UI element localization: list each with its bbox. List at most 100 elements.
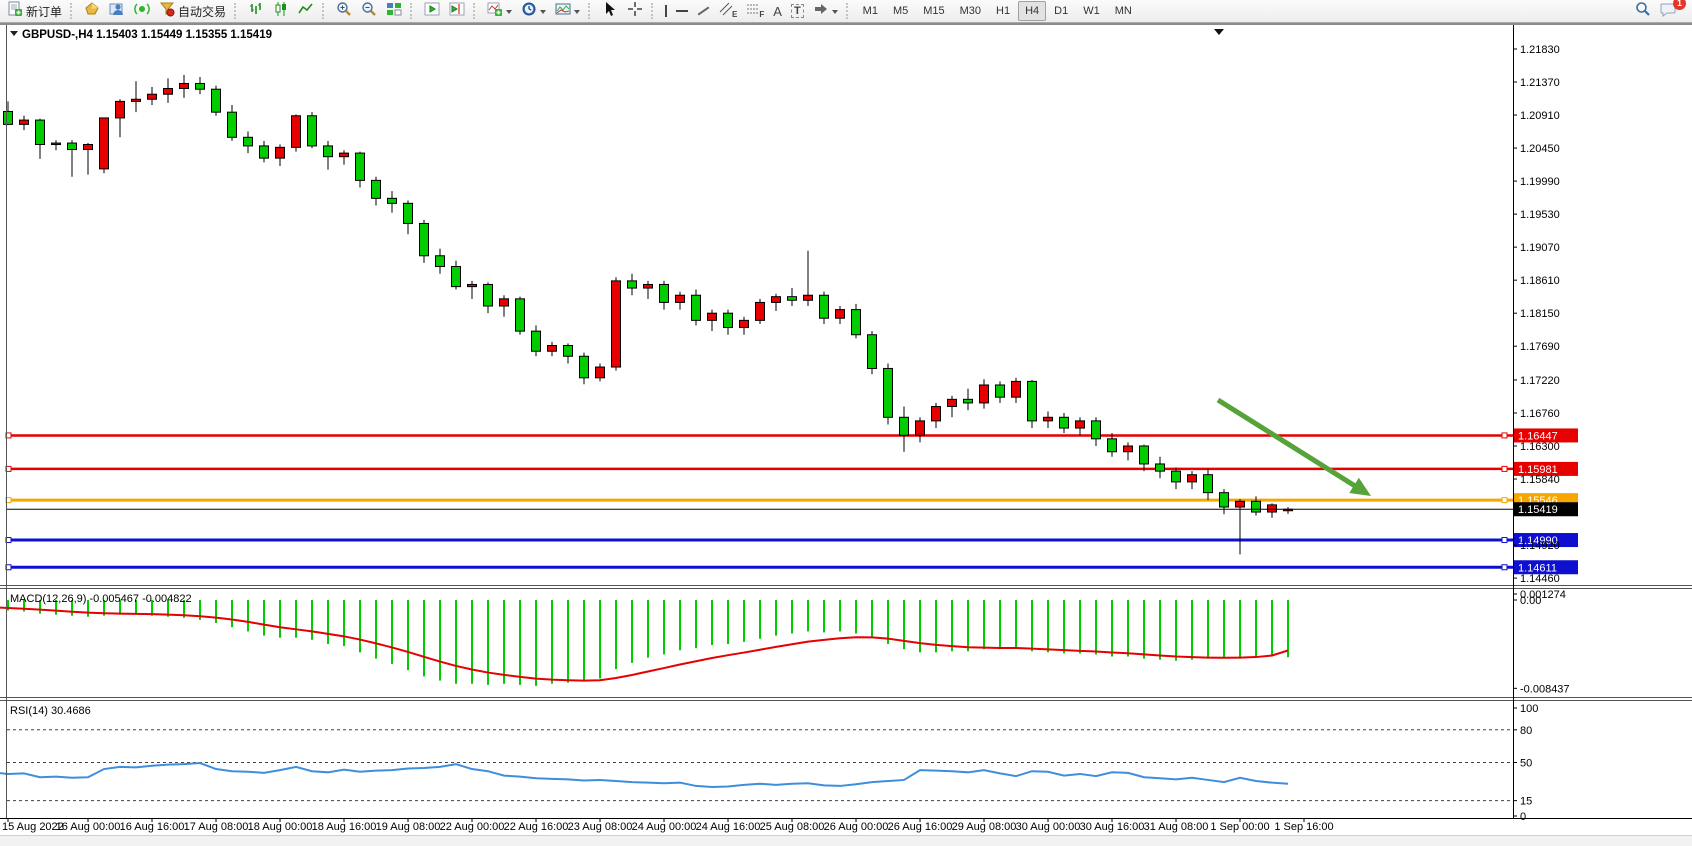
timeframe-h4-button[interactable]: H4 — [1018, 1, 1046, 21]
toolbar-separator — [651, 3, 657, 19]
indicators-dropdown-caret — [506, 10, 512, 17]
svg-text:1.19070: 1.19070 — [1520, 242, 1560, 254]
fibonacci-button[interactable]: F — [742, 0, 768, 22]
shapes-dropdown-caret — [832, 10, 838, 17]
svg-text:1 Sep 00:00: 1 Sep 00:00 — [1210, 821, 1269, 833]
chart-shift-button[interactable] — [445, 0, 469, 22]
autotrade-label: 自动交易 — [178, 3, 226, 20]
svg-text:16 Aug 16:00: 16 Aug 16:00 — [120, 821, 185, 833]
notifications-button[interactable]: 1 — [1656, 0, 1681, 22]
svg-text:1.21370: 1.21370 — [1520, 77, 1560, 89]
autotrade-icon — [159, 1, 175, 22]
templates-dropdown-caret — [574, 10, 580, 17]
data-window-button[interactable] — [105, 0, 129, 22]
svg-text:-0.008437: -0.008437 — [1520, 683, 1570, 695]
line-chart-icon — [298, 1, 314, 22]
bar-chart-icon — [248, 1, 264, 22]
svg-text:18 Aug 00:00: 18 Aug 00:00 — [248, 821, 313, 833]
svg-text:1.15419: 1.15419 — [1518, 504, 1558, 516]
auto-scroll-button[interactable] — [420, 0, 444, 22]
chart-title: GBPUSD-,H4 1.15403 1.15449 1.15355 1.154… — [10, 29, 272, 41]
data-window-icon — [109, 1, 125, 22]
bar-chart-button[interactable] — [244, 0, 268, 22]
svg-text:RSI(14) 30.4686: RSI(14) 30.4686 — [10, 705, 91, 717]
timeframe-w1-button[interactable]: W1 — [1076, 1, 1107, 21]
svg-text:1.16760: 1.16760 — [1520, 408, 1560, 420]
vertical-line-icon — [665, 5, 667, 17]
indicators-button[interactable] — [483, 0, 516, 22]
timeframe-d1-button[interactable]: D1 — [1047, 1, 1075, 21]
chart-window: 1.164471.159811.155461.149901.14611MACD(… — [0, 23, 1692, 846]
cursor-button[interactable] — [598, 0, 622, 22]
horizontal-line-button[interactable] — [672, 0, 692, 22]
svg-text:24 Aug 00:00: 24 Aug 00:00 — [632, 821, 697, 833]
tile-windows-button[interactable] — [382, 0, 406, 22]
timeframe-m15-button[interactable]: M15 — [916, 1, 951, 21]
crosshair-icon — [627, 1, 643, 22]
zoom-out-button[interactable] — [357, 0, 381, 22]
candlestick-chart-button[interactable] — [269, 0, 293, 22]
timeframe-m30-button[interactable]: M30 — [953, 1, 988, 21]
search-button[interactable] — [1631, 0, 1655, 22]
new-order-button[interactable]: 新订单 — [3, 0, 66, 22]
toolbar-separator — [588, 3, 594, 19]
svg-text:50: 50 — [1520, 758, 1532, 770]
trendline-button[interactable] — [693, 0, 714, 22]
timeframe-h1-button[interactable]: H1 — [989, 1, 1017, 21]
svg-text:31 Aug 08:00: 31 Aug 08:00 — [1144, 821, 1209, 833]
timeframe-m5-button[interactable]: M5 — [886, 1, 915, 21]
horizontal-line-icon — [676, 10, 688, 12]
templates-icon — [555, 1, 571, 22]
svg-text:1.14920: 1.14920 — [1520, 540, 1560, 552]
auto-scroll-icon — [424, 1, 440, 22]
toolbar-separator — [410, 3, 416, 19]
market-watch-button[interactable] — [80, 0, 104, 22]
svg-text:1.19990: 1.19990 — [1520, 176, 1560, 188]
svg-text:1 Sep 16:00: 1 Sep 16:00 — [1274, 821, 1333, 833]
toolbar-separator — [322, 3, 328, 19]
svg-text:1.18150: 1.18150 — [1520, 308, 1560, 320]
svg-text:30 Aug 00:00: 30 Aug 00:00 — [1016, 821, 1081, 833]
shapes-button[interactable] — [809, 0, 842, 22]
periodicity-button[interactable] — [517, 0, 550, 22]
text-button[interactable]: A — [769, 0, 786, 22]
svg-text:26 Aug 00:00: 26 Aug 00:00 — [824, 821, 889, 833]
zoom-in-button[interactable] — [332, 0, 356, 22]
svg-text:30 Aug 16:00: 30 Aug 16:00 — [1080, 821, 1145, 833]
vertical-line-button[interactable] — [661, 0, 671, 22]
svg-text:GBPUSD-,H4 1.15403 1.15449 1.: GBPUSD-,H4 1.15403 1.15449 1.15355 1.154… — [22, 29, 272, 41]
timeframe-mn-button[interactable]: MN — [1108, 1, 1139, 21]
shapes-icon — [813, 1, 829, 22]
svg-text:1.17690: 1.17690 — [1520, 341, 1560, 353]
svg-text:23 Aug 08:00: 23 Aug 08:00 — [568, 821, 633, 833]
toolbar-separator — [70, 3, 76, 19]
channel-button[interactable]: E — [715, 0, 741, 22]
notification-badge: 1 — [1673, 0, 1686, 10]
cursor-icon — [602, 1, 618, 22]
navigator-button[interactable] — [130, 0, 154, 22]
svg-text:15 Aug 2022: 15 Aug 2022 — [2, 821, 64, 833]
periodicity-dropdown-caret — [540, 10, 546, 17]
text-tool-icon: A — [773, 4, 782, 19]
toolbar-separator — [234, 3, 240, 19]
svg-text:17 Aug 08:00: 17 Aug 08:00 — [184, 821, 249, 833]
svg-text:1.14460: 1.14460 — [1520, 573, 1560, 585]
svg-text:29 Aug 08:00: 29 Aug 08:00 — [952, 821, 1017, 833]
zoom-out-icon — [361, 1, 377, 22]
svg-text:16 Aug 00:00: 16 Aug 00:00 — [56, 821, 121, 833]
svg-text:80: 80 — [1520, 725, 1532, 737]
search-icon — [1635, 1, 1651, 22]
templates-button[interactable] — [551, 0, 584, 22]
svg-text:1.17220: 1.17220 — [1520, 375, 1560, 387]
line-chart-button[interactable] — [294, 0, 318, 22]
toolbar-separator — [846, 3, 852, 19]
svg-text:1.20910: 1.20910 — [1520, 110, 1560, 122]
svg-text:1.16300: 1.16300 — [1520, 441, 1560, 453]
crosshair-button[interactable] — [623, 0, 647, 22]
svg-text:24 Aug 16:00: 24 Aug 16:00 — [696, 821, 761, 833]
chart-canvas[interactable]: 1.164471.159811.155461.149901.14611MACD(… — [0, 24, 1692, 846]
autotrade-button[interactable]: 自动交易 — [155, 0, 230, 22]
label-button[interactable]: T — [787, 0, 808, 22]
timeframe-m1-button[interactable]: M1 — [856, 1, 885, 21]
svg-text:25 Aug 08:00: 25 Aug 08:00 — [760, 821, 825, 833]
